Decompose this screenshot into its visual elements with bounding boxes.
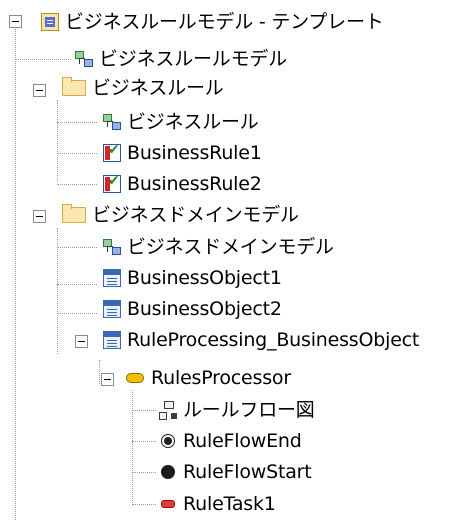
- tree-node-label: ビジネスルールモデル: [99, 48, 288, 70]
- tree-node-rule-flow-end[interactable]: RuleFlowEnd: [159, 426, 302, 456]
- tree-node-label: ビジネスルール: [127, 111, 259, 133]
- collapse-toggle-rules-folder[interactable]: [33, 84, 46, 97]
- tree-node-rules-diagram[interactable]: ビジネスルール: [103, 107, 259, 137]
- tree-node-domain-folder[interactable]: ビジネスドメインモデル: [62, 200, 299, 230]
- tree-node-rule-flow-start[interactable]: RuleFlowStart: [159, 457, 312, 487]
- tree-node-label: ルールフロー図: [183, 399, 315, 421]
- tree-connector: [57, 284, 97, 285]
- tree-node-rules-processor[interactable]: RulesProcessor: [125, 363, 291, 393]
- tree-node-root[interactable]: ビジネスルールモデル - テンプレート: [41, 7, 384, 37]
- tree-connector: [132, 472, 156, 473]
- folder-icon: [62, 204, 86, 223]
- tree-connector: [57, 184, 97, 185]
- final-node-icon: [159, 432, 177, 450]
- tree-connector: [57, 153, 97, 154]
- tree-connector: [132, 441, 156, 442]
- tree-node-label: RuleTask1: [183, 493, 276, 515]
- tree-node-business-rule-2[interactable]: BusinessRule2: [103, 169, 262, 199]
- tree-node-label: ビジネスドメインモデル: [127, 236, 334, 258]
- tree-connector: [57, 313, 97, 314]
- tree-connector: [99, 360, 100, 384]
- tree-node-label: BusinessObject1: [127, 267, 282, 289]
- tree-node-label: BusinessRule2: [127, 173, 262, 195]
- tree-node-label: RuleFlowEnd: [183, 430, 302, 452]
- tree-connector: [132, 390, 133, 505]
- class-icon: [103, 331, 121, 349]
- package-icon: [41, 13, 59, 31]
- class-icon: [103, 300, 121, 318]
- business-rule-icon: [103, 142, 121, 162]
- tree-node-root-diagram[interactable]: ビジネスルールモデル: [75, 44, 287, 74]
- tree-node-business-object-2[interactable]: BusinessObject2: [103, 294, 282, 324]
- business-rule-icon: [103, 173, 121, 193]
- tree-connector: [132, 410, 156, 411]
- tree-node-rules-folder[interactable]: ビジネスルール: [62, 73, 224, 103]
- component-icon: [125, 369, 145, 387]
- tree-connector: [57, 122, 97, 123]
- diagram-icon: [75, 50, 93, 68]
- tree-connector: [132, 504, 156, 505]
- tree-connector: [15, 59, 71, 60]
- tree-node-label: BusinessObject2: [127, 298, 282, 320]
- tree-node-label: BusinessRule1: [127, 142, 262, 164]
- diagram-icon: [103, 238, 121, 256]
- tree-node-business-rule-1[interactable]: BusinessRule1: [103, 138, 262, 168]
- tree-node-domain-diagram[interactable]: ビジネスドメインモデル: [103, 232, 334, 262]
- tree-connector: [15, 26, 16, 520]
- diagram-icon: [103, 113, 121, 131]
- tree-node-label: ビジネスルール: [92, 77, 224, 99]
- flow-diagram-icon: [159, 401, 177, 420]
- tree-node-label: RulesProcessor: [151, 367, 291, 389]
- tree-node-label: ビジネスドメインモデル: [92, 204, 299, 226]
- tree-node-business-object-1[interactable]: BusinessObject1: [103, 263, 282, 293]
- collapse-toggle-processor[interactable]: [101, 373, 114, 386]
- project-browser-tree: ビジネスルールモデル - テンプレート ビジネスルールモデル ビジネスルール ビ…: [0, 0, 473, 520]
- tree-node-rule-task-1[interactable]: RuleTask1: [159, 489, 276, 519]
- tree-node-label: ビジネスルールモデル - テンプレート: [65, 11, 384, 33]
- collapse-toggle-domain-folder[interactable]: [33, 210, 46, 223]
- tree-connector: [57, 247, 97, 248]
- tree-node-flow-diagram[interactable]: ルールフロー図: [159, 395, 315, 425]
- tree-node-label: RuleFlowStart: [183, 461, 312, 483]
- tree-connector: [57, 100, 58, 182]
- collapse-toggle-processing[interactable]: [75, 335, 88, 348]
- rule-task-icon: [159, 495, 177, 513]
- class-icon: [103, 269, 121, 287]
- folder-icon: [62, 77, 86, 96]
- collapse-toggle-root[interactable]: [9, 15, 22, 28]
- initial-node-icon: [159, 463, 177, 481]
- tree-node-label: RuleProcessing_BusinessObject: [127, 329, 420, 351]
- tree-node-rule-processing[interactable]: RuleProcessing_BusinessObject: [103, 325, 419, 355]
